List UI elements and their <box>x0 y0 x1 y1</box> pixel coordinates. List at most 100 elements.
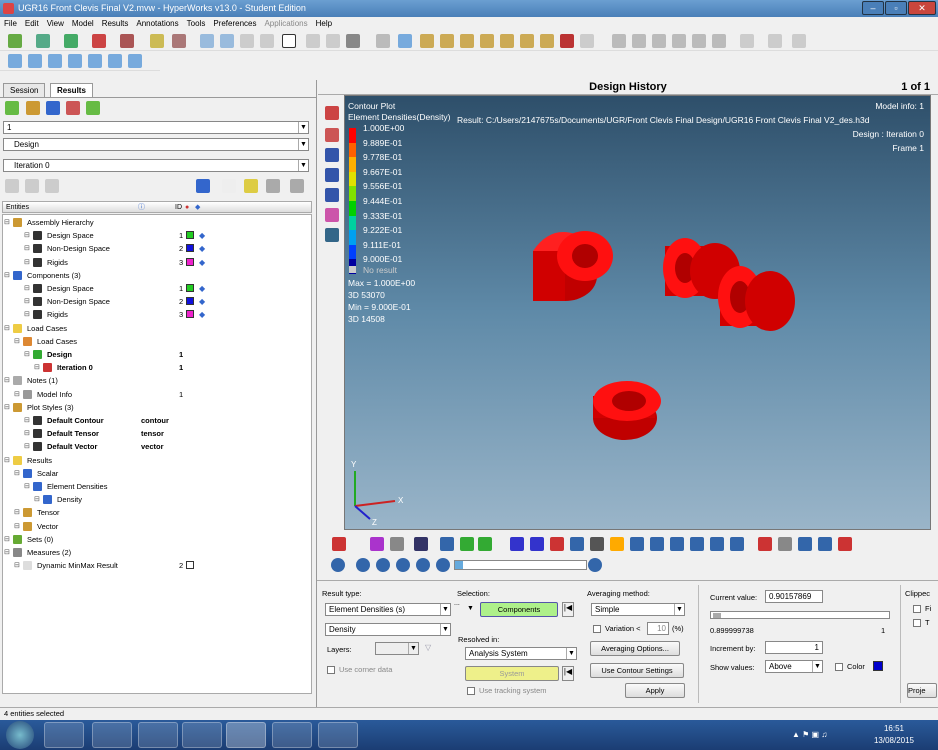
note-icon[interactable] <box>710 537 724 551</box>
color-icon[interactable] <box>370 537 384 551</box>
open-session-icon[interactable] <box>8 34 22 48</box>
entity-3-icon[interactable] <box>48 54 62 68</box>
axis-x-icon[interactable] <box>420 34 434 48</box>
menu-model[interactable]: Model <box>68 17 98 31</box>
expand-toggle-icon[interactable]: ⊟ <box>24 348 30 361</box>
copy-icon[interactable] <box>172 34 186 48</box>
slider-handle[interactable] <box>455 561 463 569</box>
undo-icon[interactable] <box>200 34 214 48</box>
layout-2-icon[interactable] <box>306 34 320 48</box>
animation-slider[interactable] <box>454 560 587 570</box>
redo-icon[interactable] <box>220 34 234 48</box>
expand-toggle-icon[interactable]: ⊟ <box>4 533 10 546</box>
expand-toggle-icon[interactable]: ⊟ <box>24 308 30 321</box>
tree-row[interactable]: ⊟ Notes (1) <box>3 374 311 387</box>
hyperview-taskbar-icon[interactable] <box>318 722 358 748</box>
display-toggle-icon[interactable]: ◆ <box>199 242 205 255</box>
view-tool-1-icon[interactable] <box>325 106 339 120</box>
expand-toggle-icon[interactable]: ⊟ <box>4 322 10 335</box>
play-icon[interactable] <box>396 558 410 572</box>
rewind-icon[interactable] <box>356 558 370 572</box>
tree-row[interactable]: ⊟ Tensor <box>3 506 311 519</box>
export-result-icon[interactable] <box>818 537 832 551</box>
result-tool-1-icon[interactable] <box>5 101 19 115</box>
build-plot-icon[interactable] <box>650 537 664 551</box>
menu-results[interactable]: Results <box>98 17 133 31</box>
snapshot-icon[interactable] <box>150 34 164 48</box>
clip-f-checkbox[interactable] <box>913 605 921 613</box>
result-type-select[interactable]: Element Densities (s) ▼ <box>325 603 451 616</box>
component-color-swatch[interactable] <box>186 231 194 240</box>
expand-toggle-icon[interactable]: ⊟ <box>24 295 30 308</box>
display-icon[interactable] <box>196 179 210 193</box>
tab-results[interactable]: Results <box>50 83 93 97</box>
variation-checkbox[interactable] <box>593 625 601 633</box>
menu-edit[interactable]: Edit <box>21 17 43 31</box>
clock-date[interactable]: 13/08/2015 <box>868 736 920 745</box>
comment-icon[interactable] <box>778 537 792 551</box>
display-toggle-icon[interactable]: ◆ <box>199 256 205 269</box>
filter-icon[interactable] <box>45 179 59 193</box>
menu-view[interactable]: View <box>43 17 68 31</box>
step-forward-icon[interactable] <box>416 558 430 572</box>
animation-settings-icon[interactable] <box>588 558 602 572</box>
minimize-button[interactable]: – <box>862 1 884 15</box>
averaging-options-button[interactable]: Averaging Options... <box>590 641 680 656</box>
clip-t-checkbox[interactable] <box>913 619 921 627</box>
view-tool-7-icon[interactable] <box>325 228 339 242</box>
tray-icons[interactable]: ▲ ⚑ ▣ ♫ <box>792 730 827 739</box>
expand-toggle-icon[interactable]: ⊟ <box>4 216 10 229</box>
project-button[interactable]: Proje <box>907 683 937 698</box>
display-toggle-icon[interactable]: ◆ <box>199 295 205 308</box>
tensor-icon[interactable] <box>478 537 492 551</box>
tree-row[interactable]: ⊟ Non-Design Space 2 ◆ <box>3 242 311 255</box>
color-swatch[interactable] <box>873 661 883 671</box>
design-select[interactable]: Design ▼ <box>3 138 309 151</box>
layout-3-icon[interactable] <box>326 34 340 48</box>
flex-icon[interactable] <box>550 537 564 551</box>
acrobat-taskbar-icon[interactable] <box>272 722 312 748</box>
page-icon[interactable] <box>768 34 782 48</box>
expand-toggle-icon[interactable]: ⊟ <box>34 361 40 374</box>
deform-icon[interactable] <box>440 537 454 551</box>
vector-icon[interactable] <box>460 537 474 551</box>
expand-toggle-icon[interactable]: ⊟ <box>14 388 20 401</box>
entity-2-icon[interactable] <box>28 54 42 68</box>
entity-7-icon[interactable] <box>128 54 142 68</box>
page-options-icon[interactable] <box>792 34 806 48</box>
select-icon[interactable] <box>222 179 236 193</box>
derived-icon[interactable] <box>630 537 644 551</box>
forward-icon[interactable] <box>436 558 450 572</box>
increment-input[interactable]: 1 <box>765 641 823 654</box>
show-values-select[interactable]: Above ▼ <box>765 660 823 673</box>
window-layout-icon[interactable] <box>282 34 296 48</box>
id-header[interactable]: ID <box>175 202 182 213</box>
start-button[interactable] <box>6 721 34 749</box>
current-value-input[interactable]: 0.90157869 <box>765 590 823 603</box>
expand-toggle-icon[interactable]: ⊟ <box>4 374 10 387</box>
tree-row[interactable]: ⊟ Iteration 0 1 <box>3 361 311 374</box>
component-color-swatch[interactable] <box>186 310 194 319</box>
result-tool-4-icon[interactable] <box>66 101 80 115</box>
expand-toggle-icon[interactable]: ⊟ <box>24 242 30 255</box>
expand-toggle-icon[interactable]: ⊟ <box>24 480 30 493</box>
expand-toggle-icon[interactable]: ⊟ <box>4 401 10 414</box>
result-tool-5-icon[interactable] <box>86 101 100 115</box>
show-icon[interactable] <box>266 179 280 193</box>
use-corner-data-checkbox[interactable] <box>327 666 335 674</box>
page-select[interactable]: 1 ▼ <box>3 121 309 134</box>
tree-row[interactable]: ⊟ Assembly Hierarchy <box>3 216 311 229</box>
expand-toggle-icon[interactable]: ⊟ <box>4 269 10 282</box>
menu-applications[interactable]: Applications <box>260 17 311 31</box>
iso-icon[interactable] <box>510 537 524 551</box>
tree-row[interactable]: ⊟ Plot Styles (3) <box>3 401 311 414</box>
zoom-out-icon[interactable] <box>652 34 666 48</box>
zoom-in-icon[interactable] <box>632 34 646 48</box>
component-color-swatch[interactable] <box>186 297 194 306</box>
component-color-swatch[interactable] <box>186 257 194 266</box>
tree-row[interactable]: ⊟ Non-Design Space 2 ◆ <box>3 295 311 308</box>
tree-row[interactable]: ⊟ Default Contour contour <box>3 414 311 427</box>
display-toggle-icon[interactable]: ◆ <box>199 282 205 295</box>
tree-row[interactable]: ⊟ Components (3) <box>3 269 311 282</box>
reset-system-icon[interactable]: |◀ <box>562 666 574 681</box>
